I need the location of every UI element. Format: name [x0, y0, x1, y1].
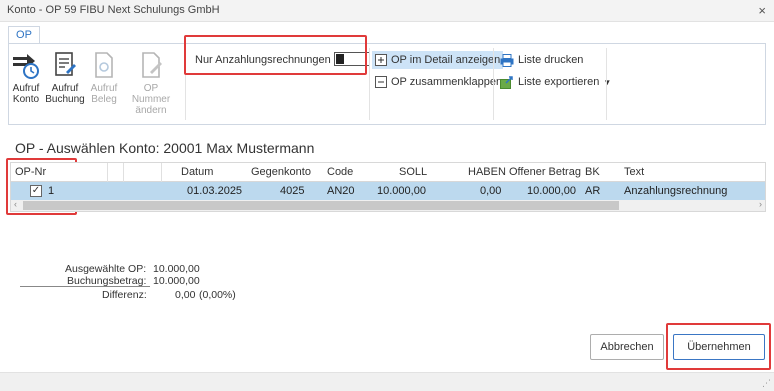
call-booking-label-2: Buchung	[45, 94, 85, 105]
edit-number-icon	[142, 52, 162, 78]
cell-datum: 01.03.2025	[187, 185, 243, 197]
column-header-gegenkonto[interactable]: Gegenkonto	[251, 166, 311, 178]
panel-title: OP - Auswählen Konto: 20001 Max Musterma…	[15, 140, 315, 156]
show-op-detail-label: OP im Detail anzeigen	[391, 54, 501, 66]
document-call-icon	[95, 52, 113, 78]
column-header-text[interactable]: Text	[624, 166, 644, 178]
status-bar: ⋰	[0, 372, 774, 391]
ribbon-separator	[493, 48, 494, 120]
call-document-button[interactable]: Aufruf Beleg	[89, 50, 119, 105]
cell-soll: 10.000,00	[377, 185, 426, 197]
column-divider	[107, 163, 108, 182]
cell-bk: AR	[585, 185, 601, 197]
window-title: Konto - OP 59 FIBU Next Schulungs GmbH	[7, 4, 220, 16]
ribbon-separator	[369, 48, 370, 120]
change-op-number-label-2: ändern	[135, 105, 167, 116]
print-list-label: Liste drucken	[518, 54, 584, 66]
call-account-label-1: Aufruf	[12, 83, 40, 94]
account-call-icon	[13, 54, 39, 79]
booking-amount-value: 10.000,00	[153, 275, 200, 287]
call-booking-button[interactable]: Aufruf Buchung	[45, 50, 85, 105]
cell-code: AN20	[327, 185, 355, 197]
summary-divider	[20, 286, 150, 287]
column-header-offener-betrag[interactable]: Offener Betrag	[509, 166, 581, 178]
cell-op-nr: 1	[48, 185, 55, 197]
ribbon-toolbar: Aufruf Konto Aufruf Buchung Aufruf Beleg…	[8, 43, 766, 125]
call-account-button[interactable]: Aufruf Konto	[11, 50, 41, 105]
tab-op[interactable]: OP	[8, 26, 40, 44]
column-header-code[interactable]: Code	[327, 166, 353, 178]
cell-haben: 0,00	[480, 185, 502, 197]
op-table: OP-Nr Datum Gegenkonto Code SOLL HABEN O…	[10, 162, 766, 212]
column-header-haben[interactable]: HABEN	[468, 166, 506, 178]
call-document-label-1: Aufruf	[90, 83, 118, 94]
scroll-left-icon[interactable]: ‹	[14, 199, 17, 209]
collapse-op-label: OP zusammenklappen	[391, 76, 503, 88]
call-account-label-2: Konto	[12, 94, 40, 105]
difference-label: Differenz:	[102, 289, 147, 301]
column-header-datum[interactable]: Datum	[181, 166, 213, 178]
change-op-number-label-1: OP Nummer	[131, 83, 171, 105]
chevron-down-icon[interactable]: ▼	[603, 78, 611, 87]
scroll-right-icon[interactable]: ›	[759, 199, 762, 209]
column-divider	[123, 163, 124, 182]
toggle-highlight-frame	[184, 35, 367, 75]
row-select-checkbox[interactable]: ✓	[30, 185, 42, 197]
print-list-button[interactable]: Liste drucken	[497, 51, 586, 69]
change-op-number-button[interactable]: OP Nummer ändern	[125, 50, 177, 116]
expand-icon	[375, 54, 387, 66]
column-header-op-nr[interactable]: OP-Nr	[15, 166, 46, 178]
selected-op-label: Ausgewählte OP:	[65, 263, 147, 275]
table-header: OP-Nr Datum Gegenkonto Code SOLL HABEN O…	[11, 163, 765, 182]
column-divider	[161, 163, 162, 182]
cell-text: Anzahlungsrechnung	[624, 185, 728, 197]
export-icon	[500, 75, 513, 89]
collapse-icon	[375, 76, 387, 88]
table-row[interactable]: ✓ 1 01.03.2025 4025 AN20 10.000,00 0,00 …	[11, 182, 765, 200]
show-op-detail-button[interactable]: OP im Detail anzeigen	[372, 51, 504, 69]
cell-gegenkonto: 4025	[280, 185, 305, 197]
export-list-button[interactable]: Liste exportieren ▼	[497, 73, 614, 91]
scrollbar-thumb[interactable]	[23, 201, 619, 210]
close-icon[interactable]: ×	[758, 3, 766, 18]
horizontal-scrollbar[interactable]: ‹ ›	[11, 199, 765, 211]
difference-percent: (0,00%)	[199, 289, 236, 301]
booking-call-icon	[55, 52, 76, 76]
column-header-bk[interactable]: BK	[585, 166, 600, 178]
call-document-label-2: Beleg	[91, 94, 117, 105]
export-list-label: Liste exportieren	[518, 76, 600, 88]
resize-grip-icon[interactable]: ⋰	[762, 378, 771, 389]
title-bar: Konto - OP 59 FIBU Next Schulungs GmbH ×	[0, 0, 774, 22]
accept-button[interactable]: Übernehmen	[673, 334, 765, 360]
selected-op-value: 10.000,00	[153, 263, 200, 275]
difference-value: 0,00	[175, 289, 196, 301]
printer-icon	[500, 53, 514, 67]
collapse-op-button[interactable]: OP zusammenklappen	[372, 73, 505, 91]
cell-offener-betrag: 10.000,00	[527, 185, 576, 197]
column-header-soll[interactable]: SOLL	[399, 166, 427, 178]
ribbon-separator	[606, 48, 607, 120]
call-booking-label-1: Aufruf	[51, 83, 79, 94]
cancel-button[interactable]: Abbrechen	[590, 334, 664, 360]
